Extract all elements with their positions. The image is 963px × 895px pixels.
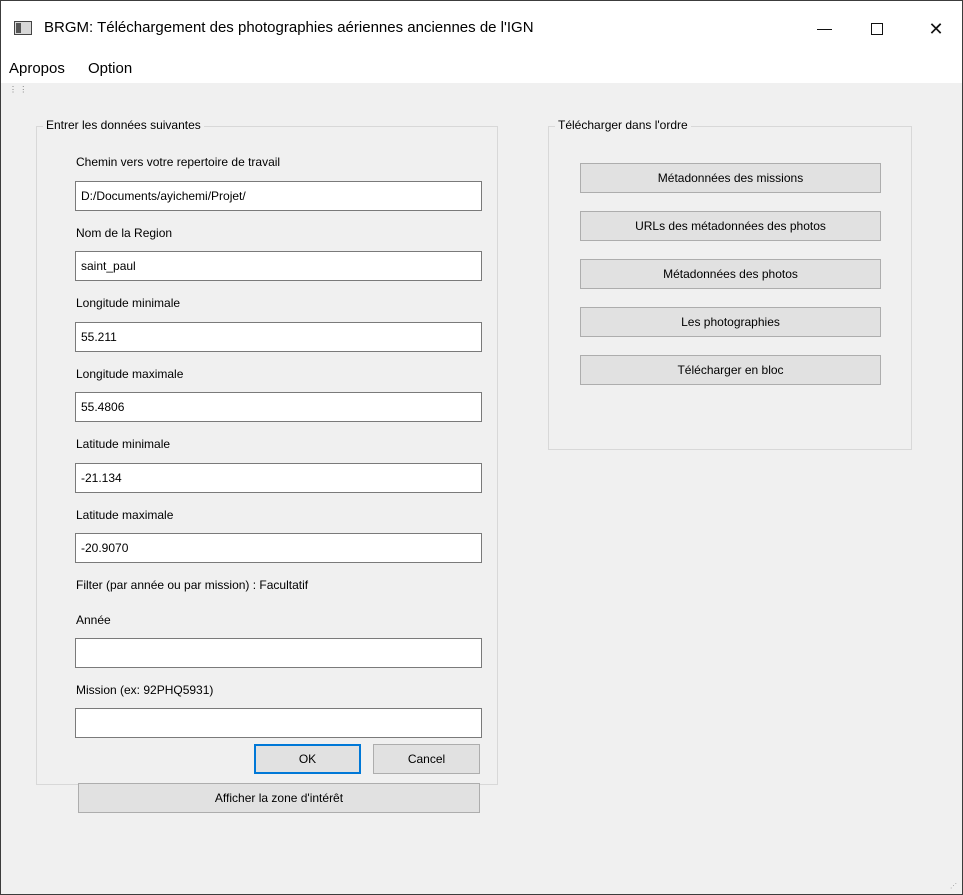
photographs-button[interactable]: Les photographies [580, 307, 881, 337]
photo-metadata-button[interactable]: Métadonnées des photos [580, 259, 881, 289]
toolbar-handle-icon[interactable]: ⋮ ⋮ [9, 83, 29, 97]
lon-min-input[interactable] [75, 322, 482, 352]
lat-max-label: Latitude maximale [76, 508, 174, 522]
region-input[interactable] [75, 251, 482, 281]
menu-bar: Apropos Option [1, 53, 962, 83]
resize-grip-icon[interactable]: ⋰ [950, 882, 960, 892]
lon-max-label: Longitude maximale [76, 367, 184, 381]
mission-label: Mission (ex: 92PHQ5931) [76, 683, 214, 697]
app-window: BRGM: Téléchargement des photographies a… [0, 0, 963, 895]
mission-input[interactable] [75, 708, 482, 738]
missions-metadata-button[interactable]: Métadonnées des missions [580, 163, 881, 193]
window-title: BRGM: Téléchargement des photographies a… [44, 19, 534, 36]
region-label: Nom de la Region [76, 226, 173, 240]
workdir-label: Chemin vers votre repertoire de travail [76, 155, 281, 169]
lat-max-input[interactable] [75, 533, 482, 563]
minimize-icon [816, 28, 832, 30]
bulk-download-button[interactable]: Télécharger en bloc [580, 355, 881, 385]
close-icon: ✕ [928, 18, 944, 39]
workdir-input[interactable] [75, 181, 482, 211]
lat-min-input[interactable] [75, 463, 482, 493]
cancel-button[interactable]: Cancel [373, 744, 480, 774]
menu-option[interactable]: Option [88, 60, 132, 77]
main-content: Entrer les données suivantes Télécharger… [1, 97, 962, 894]
lat-min-label: Latitude minimale [76, 437, 171, 451]
app-icon [14, 21, 32, 35]
maximize-button[interactable] [854, 13, 900, 45]
minimize-button[interactable] [801, 13, 847, 45]
lon-min-label: Longitude minimale [76, 296, 181, 310]
download-group-title: Télécharger dans l'ordre [555, 118, 691, 132]
maximize-icon [871, 23, 883, 35]
year-label: Année [76, 613, 111, 627]
ok-button[interactable]: OK [254, 744, 361, 774]
title-bar: BRGM: Téléchargement des photographies a… [1, 1, 962, 53]
menu-apropos[interactable]: Apropos [9, 60, 65, 77]
close-button[interactable]: ✕ [913, 13, 959, 45]
photo-metadata-urls-button[interactable]: URLs des métadonnées des photos [580, 211, 881, 241]
year-input[interactable] [75, 638, 482, 668]
show-zone-button[interactable]: Afficher la zone d'intérêt [78, 783, 480, 813]
filter-label: Filter (par année ou par mission) : Facu… [76, 578, 309, 592]
lon-max-input[interactable] [75, 392, 482, 422]
input-group-title: Entrer les données suivantes [43, 118, 204, 132]
